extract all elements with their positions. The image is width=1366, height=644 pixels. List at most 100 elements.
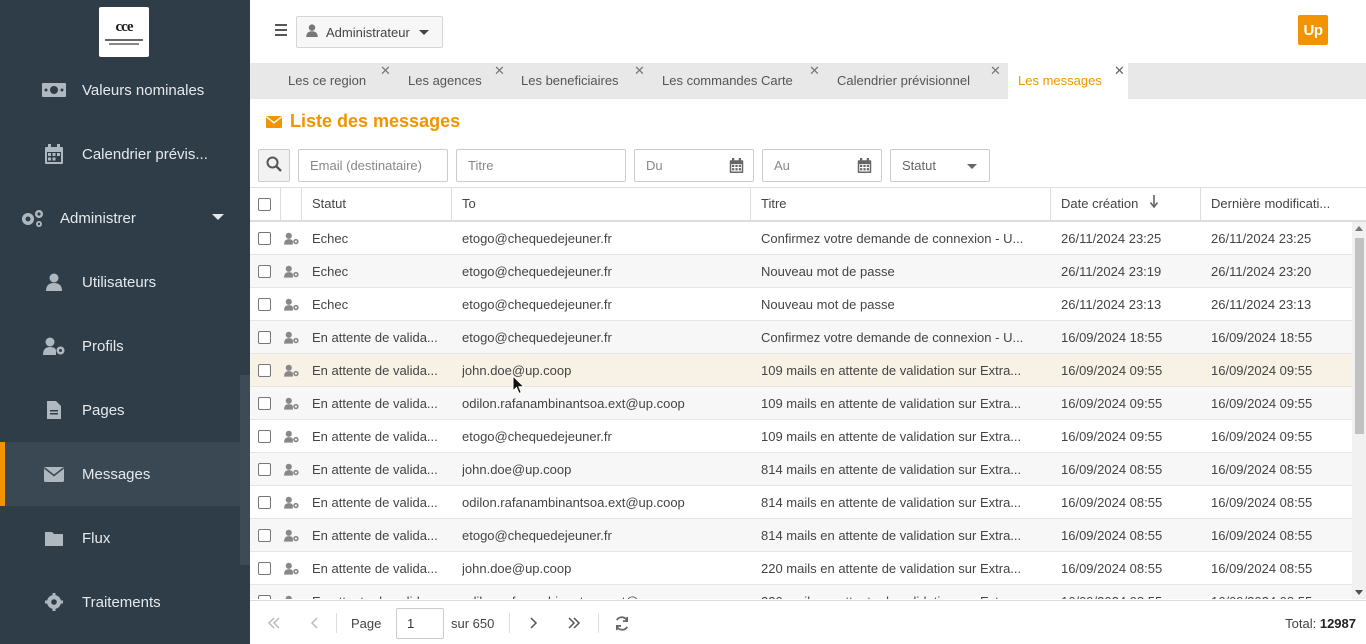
sidebar-item-utilisateurs[interactable]: Utilisateurs <box>0 250 240 314</box>
sidebar-item-messages[interactable]: Messages <box>0 442 240 506</box>
table-row[interactable]: En attente de valida... odilon.rafanambin… <box>250 486 1352 519</box>
statut-select[interactable]: Statut <box>890 149 990 182</box>
scroll-up-arrow-icon[interactable] <box>1355 226 1363 231</box>
table-row[interactable]: En attente de valida... etogo@chequedejeu… <box>250 420 1352 453</box>
envelope-icon <box>42 462 66 486</box>
tab-beneficiaires[interactable]: Les beneficiaires ✕ <box>521 63 651 99</box>
to-cell: odilon.rafanambinantsoa.ext@up.coop <box>462 495 685 510</box>
date-from-field[interactable] <box>634 149 754 182</box>
date-creation-cell: 16/09/2024 08:55 <box>1061 462 1163 477</box>
last-page-icon[interactable] <box>566 615 582 631</box>
tab-ce-region[interactable]: Les ce region ✕ <box>288 63 408 99</box>
gear-icon <box>42 590 66 614</box>
date-modification-cell: 26/11/2024 23:20 <box>1211 264 1312 279</box>
hamburger-menu-icon[interactable] <box>275 24 287 36</box>
column-header-date-creation[interactable]: Date création <box>1051 188 1201 220</box>
money-icon <box>42 78 66 102</box>
email-filter-field[interactable] <box>298 149 448 182</box>
scrollbar-thumb[interactable] <box>1355 238 1364 434</box>
table-row[interactable]: Echec etogo@chequedejeuner.fr Confirmez vo… <box>250 222 1352 255</box>
tab-commandes-carte[interactable]: Les commandes Carte ✕ <box>662 63 822 99</box>
table-row[interactable]: En attente de valida... etogo@chequedejeu… <box>250 321 1352 354</box>
row-checkbox[interactable] <box>258 397 271 410</box>
column-header-derniere-modification[interactable]: Dernière modificati... <box>1201 188 1352 220</box>
sidebar-item-calendrier[interactable]: Calendrier prévis... <box>0 122 240 186</box>
recipient-user-icon <box>281 288 302 320</box>
close-icon[interactable]: ✕ <box>380 63 391 79</box>
column-header-to[interactable]: To <box>452 188 751 220</box>
date-creation-cell: 16/09/2024 09:55 <box>1061 429 1163 444</box>
column-header-titre[interactable]: Titre <box>751 188 1051 220</box>
table-row[interactable]: En attente de valida... john.doe@up.coop 1… <box>250 354 1352 387</box>
sidebar-item-administrer[interactable]: Administrer <box>0 186 240 250</box>
sidebar-item-traitements[interactable]: Traitements <box>0 570 240 634</box>
sidebar-logo-area: cce <box>0 0 250 63</box>
row-checkbox[interactable] <box>258 298 271 311</box>
row-checkbox[interactable] <box>258 265 271 278</box>
sidebar-item-flux[interactable]: Flux <box>0 506 240 570</box>
sidebar-item-label: Flux <box>82 529 111 547</box>
calendar-icon[interactable] <box>729 158 744 176</box>
table-row[interactable]: En attente de valida... john.doe@up.coop 8… <box>250 453 1352 486</box>
row-checkbox[interactable] <box>258 595 271 599</box>
tab-calendrier-previsionnel[interactable]: Calendrier prévisionnel ✕ <box>837 63 1007 99</box>
close-icon[interactable]: ✕ <box>809 63 820 79</box>
page-label: Page <box>351 616 382 631</box>
close-icon[interactable]: ✕ <box>1114 63 1125 79</box>
table-row[interactable]: En attente de valida... john.doe@up.coop 2… <box>250 552 1352 585</box>
previous-page-icon[interactable] <box>306 615 322 631</box>
sidebar-item-label: Administrer <box>60 209 136 227</box>
refresh-icon[interactable] <box>614 615 630 631</box>
grid-vertical-scrollbar[interactable] <box>1352 222 1366 599</box>
pager-divider <box>509 613 510 633</box>
sidebar-item-label: Messages <box>82 465 151 483</box>
row-checkbox[interactable] <box>258 496 271 509</box>
logo-underline <box>105 39 143 41</box>
sidebar-item-label: Calendrier prévis... <box>82 145 208 163</box>
sidebar-item-profils[interactable]: Profils <box>0 314 240 378</box>
row-checkbox[interactable] <box>258 232 271 245</box>
sidebar-item-valeurs-nominales[interactable]: Valeurs nominales <box>0 58 240 122</box>
sidebar-scrollbar[interactable] <box>240 375 250 565</box>
recipient-user-icon <box>281 552 302 584</box>
column-header-statut[interactable]: Statut <box>302 188 452 220</box>
next-page-icon[interactable] <box>526 615 542 631</box>
date-from-input[interactable] <box>646 158 716 173</box>
table-row[interactable]: Echec etogo@chequedejeuner.fr Nouveau mot … <box>250 255 1352 288</box>
row-checkbox[interactable] <box>258 562 271 575</box>
select-all-checkbox[interactable] <box>258 198 271 211</box>
email-filter-input[interactable] <box>310 158 447 173</box>
close-icon[interactable]: ✕ <box>990 63 1001 79</box>
row-checkbox[interactable] <box>258 463 271 476</box>
cce-logo[interactable]: cce <box>99 7 149 57</box>
calendar-icon[interactable] <box>857 158 872 176</box>
total-label: Total: <box>1285 616 1317 631</box>
user-role-dropdown[interactable]: Administrateur <box>296 16 443 48</box>
date-creation-cell: 16/09/2024 09:55 <box>1061 363 1163 378</box>
scroll-down-arrow-icon[interactable] <box>1355 590 1363 595</box>
row-checkbox[interactable] <box>258 364 271 377</box>
table-row[interactable]: En attente de valida... odilon.rafanambin… <box>250 387 1352 420</box>
close-icon[interactable]: ✕ <box>494 63 505 79</box>
close-icon[interactable]: ✕ <box>634 63 645 79</box>
row-checkbox[interactable] <box>258 430 271 443</box>
page-number-input[interactable]: 1 <box>396 608 444 639</box>
table-row[interactable]: En attente de valida... etogo@chequedejeu… <box>250 519 1352 552</box>
titre-cell: Nouveau mot de passe <box>761 297 895 312</box>
search-button[interactable] <box>258 149 290 182</box>
titre-cell: Confirmez votre demande de connexion - U… <box>761 231 1024 246</box>
titre-filter-input[interactable] <box>468 158 625 173</box>
sidebar-item-pages[interactable]: Pages <box>0 378 240 442</box>
date-to-input[interactable] <box>774 158 844 173</box>
row-checkbox[interactable] <box>258 331 271 344</box>
first-page-icon[interactable] <box>266 615 282 631</box>
tab-agences[interactable]: Les agences ✕ <box>408 63 524 99</box>
date-to-field[interactable] <box>762 149 882 182</box>
table-row[interactable]: En attente de valida... odilon.rafanambin… <box>250 585 1352 599</box>
table-row[interactable]: Echec etogo@chequedejeuner.fr Nouveau mot … <box>250 288 1352 321</box>
tab-messages[interactable]: Les messages ✕ <box>1008 63 1128 99</box>
caret-down-icon <box>418 29 429 35</box>
row-checkbox[interactable] <box>258 529 271 542</box>
row-select-cell <box>250 552 281 584</box>
titre-filter-field[interactable] <box>456 149 626 182</box>
